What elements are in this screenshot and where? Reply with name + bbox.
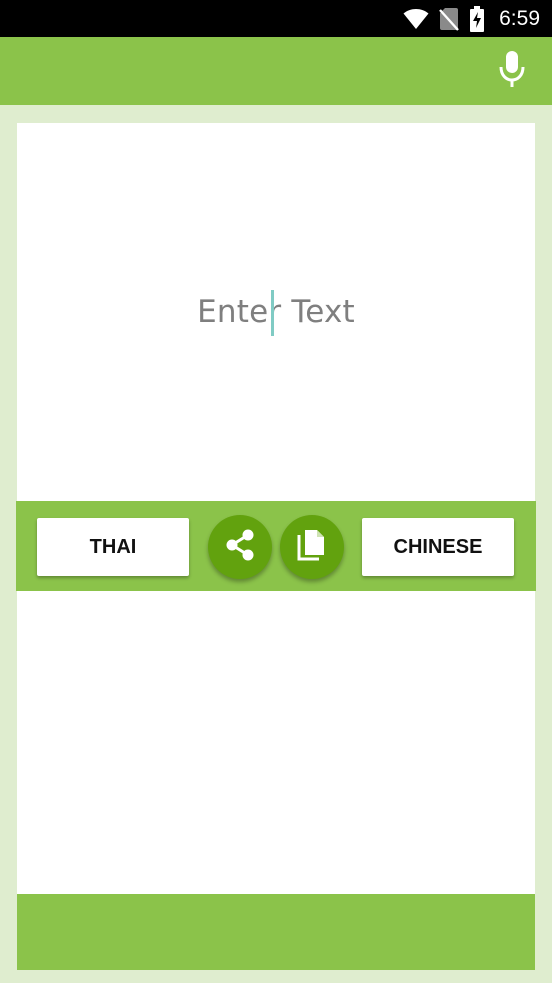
status-time: 6:59 (499, 6, 540, 30)
status-bar: 6:59 (0, 0, 552, 37)
copy-icon (296, 528, 328, 567)
no-sim-icon (439, 7, 460, 31)
text-caret (271, 290, 275, 336)
control-bar: THAI CHINESE (16, 501, 536, 591)
screen: 6:59 Enter Text THAI CHINESE (0, 0, 552, 983)
wifi-icon (403, 8, 429, 30)
input-card: Enter Text (17, 123, 535, 501)
status-icons: 6:59 (403, 0, 540, 37)
battery-charging-icon (469, 5, 485, 32)
output-card (17, 591, 535, 894)
text-input[interactable]: Enter Text (17, 123, 535, 501)
share-icon (222, 527, 258, 568)
input-placeholder: Enter Text (197, 290, 355, 336)
share-button[interactable] (208, 515, 272, 579)
source-language-button[interactable]: THAI (37, 518, 189, 576)
bottom-banner (17, 894, 535, 970)
mic-icon (497, 49, 527, 94)
target-language-button[interactable]: CHINESE (362, 518, 514, 576)
app-bar (0, 37, 552, 105)
translation-output (17, 591, 535, 623)
copy-button[interactable] (280, 515, 344, 579)
mic-button[interactable] (496, 49, 528, 94)
